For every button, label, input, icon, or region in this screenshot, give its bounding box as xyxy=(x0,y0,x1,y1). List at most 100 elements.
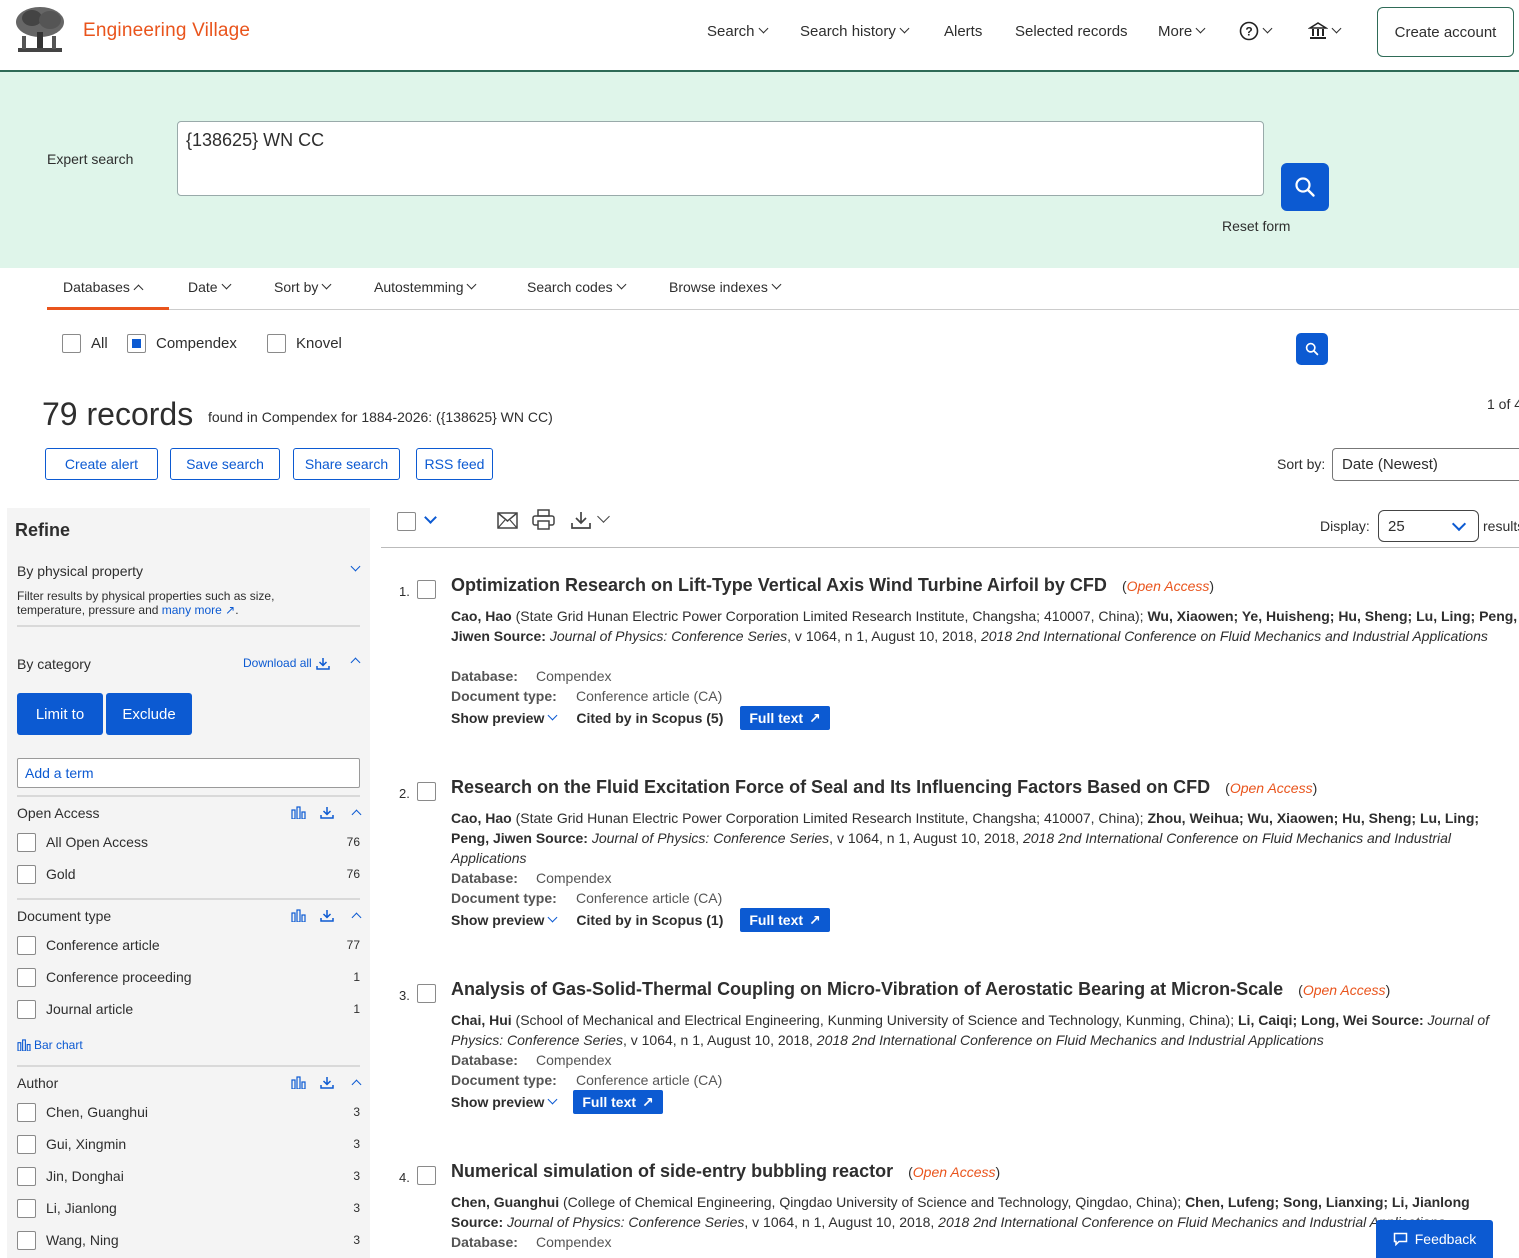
full-text-button[interactable]: Full text ↗ xyxy=(740,908,830,932)
bar-chart-link[interactable]: Bar chart xyxy=(17,1038,83,1052)
facet-checkbox[interactable] xyxy=(17,1230,36,1250)
result-checkbox[interactable] xyxy=(417,782,436,801)
download-icon[interactable] xyxy=(320,806,334,819)
tab-sort-by[interactable]: Sort by xyxy=(274,279,332,295)
full-text-button[interactable]: Full text ↗ xyxy=(573,1090,663,1114)
db-compendex-checkbox[interactable] xyxy=(127,334,146,353)
facet-item[interactable]: Li, Jianlong 3 xyxy=(17,1197,360,1219)
print-icon[interactable] xyxy=(532,509,555,530)
sort-by-select[interactable]: Date (Newest) xyxy=(1332,448,1519,481)
cited-by-link[interactable]: Cited by in Scopus (5) xyxy=(576,710,723,726)
add-term-input[interactable]: Add a term xyxy=(17,758,360,788)
facet-checkbox[interactable] xyxy=(17,864,36,884)
facet-item[interactable]: Gold 76 xyxy=(17,863,360,885)
chevron-down-icon[interactable] xyxy=(350,561,361,572)
show-preview-toggle[interactable]: Show preview xyxy=(451,1094,558,1110)
nav-institution[interactable] xyxy=(1308,21,1342,41)
download-menu[interactable] xyxy=(571,509,610,529)
result-title[interactable]: Optimization Research on Lift-Type Verti… xyxy=(451,575,1214,596)
chevron-up-icon[interactable] xyxy=(351,912,362,923)
show-preview-toggle[interactable]: Show preview xyxy=(451,710,558,726)
facet-checkbox[interactable] xyxy=(17,967,36,987)
elsevier-tree-logo[interactable] xyxy=(12,4,68,56)
facet-item[interactable]: Conference proceeding 1 xyxy=(17,966,360,988)
facet-checkbox[interactable] xyxy=(17,1166,36,1186)
result-title[interactable]: Numerical simulation of side-entry bubbl… xyxy=(451,1161,1000,1182)
rss-feed-button[interactable]: RSS feed xyxy=(416,448,493,480)
nav-search-history[interactable]: Search history xyxy=(800,23,910,40)
facet-item[interactable]: Chen, Guanghui 3 xyxy=(17,1101,360,1123)
nav-help[interactable]: ? xyxy=(1239,21,1273,41)
display-select[interactable]: 25 xyxy=(1378,510,1479,542)
facet-checkbox[interactable] xyxy=(17,1198,36,1218)
facet-checkbox[interactable] xyxy=(17,1102,36,1122)
full-text-button[interactable]: Full text ↗ xyxy=(740,706,830,730)
tab-databases[interactable]: Databases xyxy=(63,279,144,295)
bar-chart-icon[interactable] xyxy=(291,806,306,819)
result-item: 2. Research on the Fluid Excitation Forc… xyxy=(381,777,1519,937)
facet-item[interactable]: Conference article 77 xyxy=(17,934,360,956)
physical-property-heading[interactable]: By physical property xyxy=(17,563,143,579)
db-knovel-checkbox[interactable] xyxy=(267,334,286,353)
create-account-button[interactable]: Create account xyxy=(1377,7,1514,57)
feedback-button[interactable]: Feedback xyxy=(1376,1220,1493,1258)
nav-alerts[interactable]: Alerts xyxy=(944,23,982,40)
select-all-checkbox[interactable] xyxy=(397,512,416,531)
download-all-link[interactable]: Download all xyxy=(243,656,330,670)
facet-item[interactable]: Jin, Donghai 3 xyxy=(17,1165,360,1187)
db-all-checkbox[interactable] xyxy=(62,334,81,353)
facet-item[interactable]: Gui, Xingmin 3 xyxy=(17,1133,360,1155)
many-more-link[interactable]: many more ↗ xyxy=(162,603,235,617)
facet-checkbox[interactable] xyxy=(17,999,36,1019)
select-all-control[interactable] xyxy=(397,511,437,531)
result-title[interactable]: Research on the Fluid Excitation Force o… xyxy=(451,777,1317,798)
chevron-up-icon[interactable] xyxy=(351,1079,362,1090)
tab-browse-indexes[interactable]: Browse indexes xyxy=(669,279,782,295)
reset-form-link[interactable]: Reset form xyxy=(1222,218,1290,234)
author-name[interactable]: Cao, Hao xyxy=(451,810,512,826)
facet-checkbox[interactable] xyxy=(17,1134,36,1154)
facet-checkbox[interactable] xyxy=(17,832,36,852)
show-preview-toggle[interactable]: Show preview xyxy=(451,912,558,928)
result-title[interactable]: Analysis of Gas-Solid-Thermal Coupling o… xyxy=(451,979,1390,1000)
author-name[interactable]: Chai, Hui xyxy=(451,1012,512,1028)
author-name[interactable]: Chen, Guanghui xyxy=(451,1194,559,1210)
nav-search[interactable]: Search xyxy=(707,23,768,40)
share-search-button[interactable]: Share search xyxy=(293,448,400,480)
result-checkbox[interactable] xyxy=(417,580,436,599)
save-search-button[interactable]: Save search xyxy=(170,448,280,480)
download-icon[interactable] xyxy=(320,909,334,922)
tab-search-codes[interactable]: Search codes xyxy=(527,279,627,295)
facet-item[interactable]: All Open Access 76 xyxy=(17,831,360,853)
nav-more[interactable]: More xyxy=(1158,23,1206,40)
cited-by-link[interactable]: Cited by in Scopus (1) xyxy=(576,912,723,928)
db-option-compendex[interactable]: Compendex xyxy=(127,334,237,353)
bar-chart-icon[interactable] xyxy=(291,1076,306,1089)
search-button[interactable] xyxy=(1281,163,1329,211)
author-name[interactable]: Cao, Hao xyxy=(451,608,512,624)
db-option-knovel[interactable]: Knovel xyxy=(267,334,342,353)
chevron-down-icon[interactable] xyxy=(424,511,437,524)
result-checkbox[interactable] xyxy=(417,1166,436,1185)
nav-selected-records[interactable]: Selected records xyxy=(1015,23,1128,40)
db-option-all[interactable]: All xyxy=(62,334,108,353)
expert-search-input[interactable] xyxy=(177,121,1264,196)
limit-to-button[interactable]: Limit to xyxy=(17,693,103,735)
brand-name[interactable]: Engineering Village xyxy=(83,20,250,42)
db-search-button[interactable] xyxy=(1296,333,1328,365)
email-icon[interactable] xyxy=(497,512,518,529)
exclude-button[interactable]: Exclude xyxy=(106,693,192,735)
bar-chart-icon[interactable] xyxy=(291,909,306,922)
tab-autostemming[interactable]: Autostemming xyxy=(374,279,477,295)
chevron-up-icon[interactable] xyxy=(350,657,361,668)
download-icon[interactable] xyxy=(320,1076,334,1089)
facet-item[interactable]: Journal article 1 xyxy=(17,998,360,1020)
facet-checkbox[interactable] xyxy=(17,935,36,955)
facet-item[interactable]: Wang, Ning 3 xyxy=(17,1229,360,1251)
tab-date[interactable]: Date xyxy=(188,279,232,295)
author-names[interactable]: Li, Caiqi; Long, Wei xyxy=(1238,1012,1368,1028)
author-names[interactable]: Chen, Lufeng; Song, Lianxing; Li, Jianlo… xyxy=(1185,1194,1470,1210)
result-checkbox[interactable] xyxy=(417,984,436,1003)
chevron-up-icon[interactable] xyxy=(351,809,362,820)
create-alert-button[interactable]: Create alert xyxy=(45,448,158,480)
